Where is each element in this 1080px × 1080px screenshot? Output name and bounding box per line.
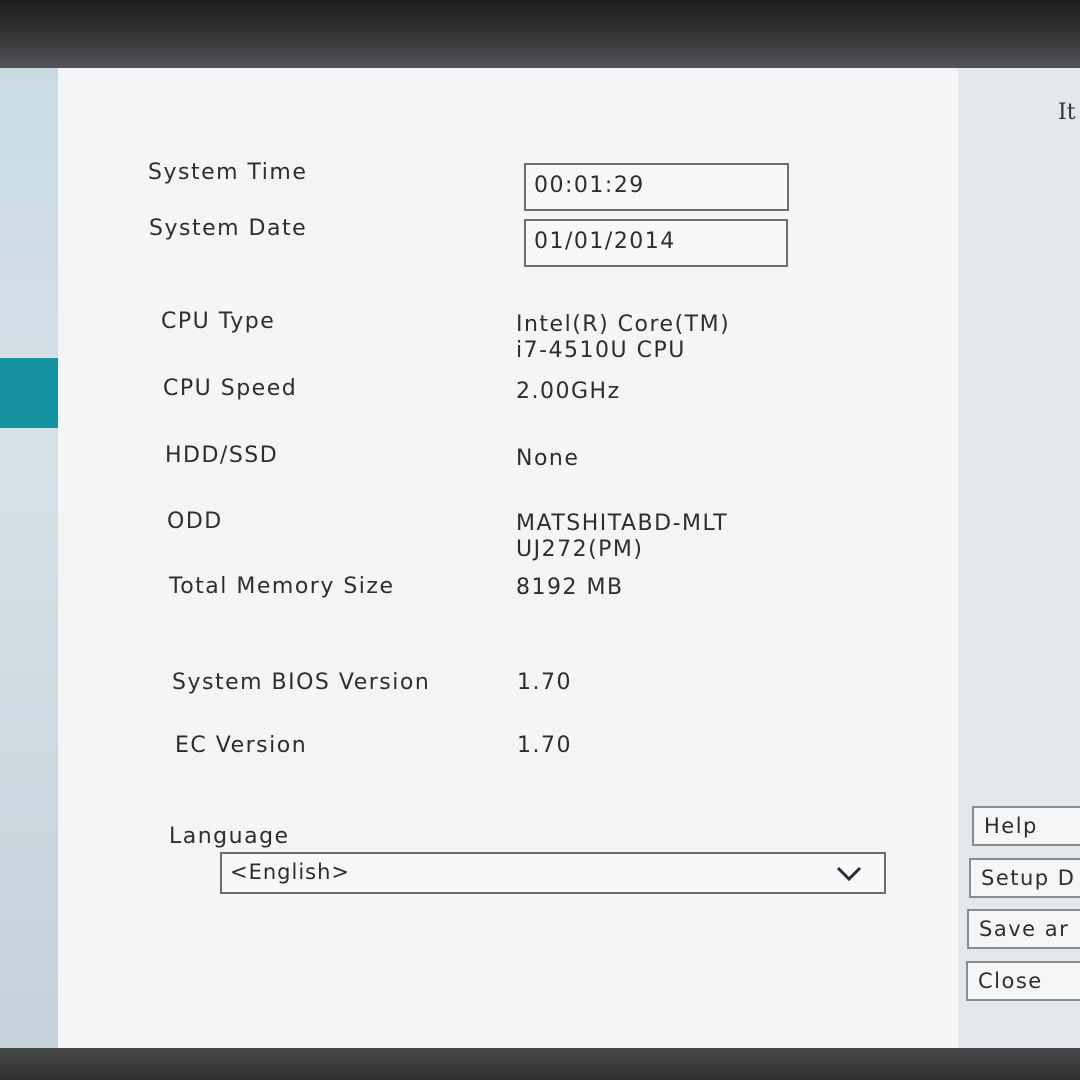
hdd-ssd-label: HDD/SSD	[165, 443, 279, 468]
bios-version-label: System BIOS Version	[172, 670, 431, 695]
main-info-panel: System Time 00:01:29 System Date 01/01/2…	[58, 68, 958, 1048]
close-button[interactable]: Close	[966, 961, 1080, 1001]
help-button[interactable]: Help	[972, 806, 1080, 846]
system-date-field[interactable]: 01/01/2014	[524, 219, 788, 267]
cpu-speed-label: CPU Speed	[163, 376, 298, 401]
total-memory-label: Total Memory Size	[169, 574, 395, 599]
odd-label: ODD	[167, 509, 223, 534]
ec-version-label: EC Version	[175, 733, 308, 758]
bios-screen: System Time 00:01:29 System Date 01/01/2…	[0, 68, 1080, 1048]
system-time-field[interactable]: 00:01:29	[524, 163, 789, 211]
bios-version-value: 1.70	[517, 670, 572, 695]
odd-value-line1: MATSHITABD-MLT	[516, 511, 729, 536]
right-side-panel: It Help Setup D Save ar Close	[958, 68, 1080, 1048]
hdd-ssd-value: None	[516, 446, 580, 471]
setup-defaults-button[interactable]: Setup D	[969, 858, 1080, 898]
save-and-exit-button[interactable]: Save ar	[967, 909, 1080, 949]
language-label: Language	[169, 824, 290, 849]
system-date-label: System Date	[149, 216, 308, 241]
language-select[interactable]: <English>	[220, 852, 886, 894]
total-memory-value: 8192 MB	[516, 575, 624, 600]
left-nav-strip	[0, 68, 58, 1048]
system-time-label: System Time	[148, 160, 308, 185]
left-nav-selected-item[interactable]	[0, 358, 62, 428]
cpu-type-value-line2: i7-4510U CPU	[516, 338, 686, 363]
ec-version-value: 1.70	[517, 733, 572, 758]
odd-value-line2: UJ272(PM)	[516, 537, 644, 562]
monitor-bezel-top	[0, 0, 1080, 70]
cpu-type-label: CPU Type	[161, 309, 276, 334]
cpu-type-value-line1: Intel(R) Core(TM)	[516, 312, 731, 337]
right-panel-title: It	[1058, 100, 1076, 125]
monitor-bezel-bottom	[0, 1048, 1080, 1080]
cpu-speed-value: 2.00GHz	[516, 379, 621, 404]
language-selected-value: <English>	[230, 860, 351, 884]
chevron-down-icon[interactable]	[836, 865, 862, 883]
